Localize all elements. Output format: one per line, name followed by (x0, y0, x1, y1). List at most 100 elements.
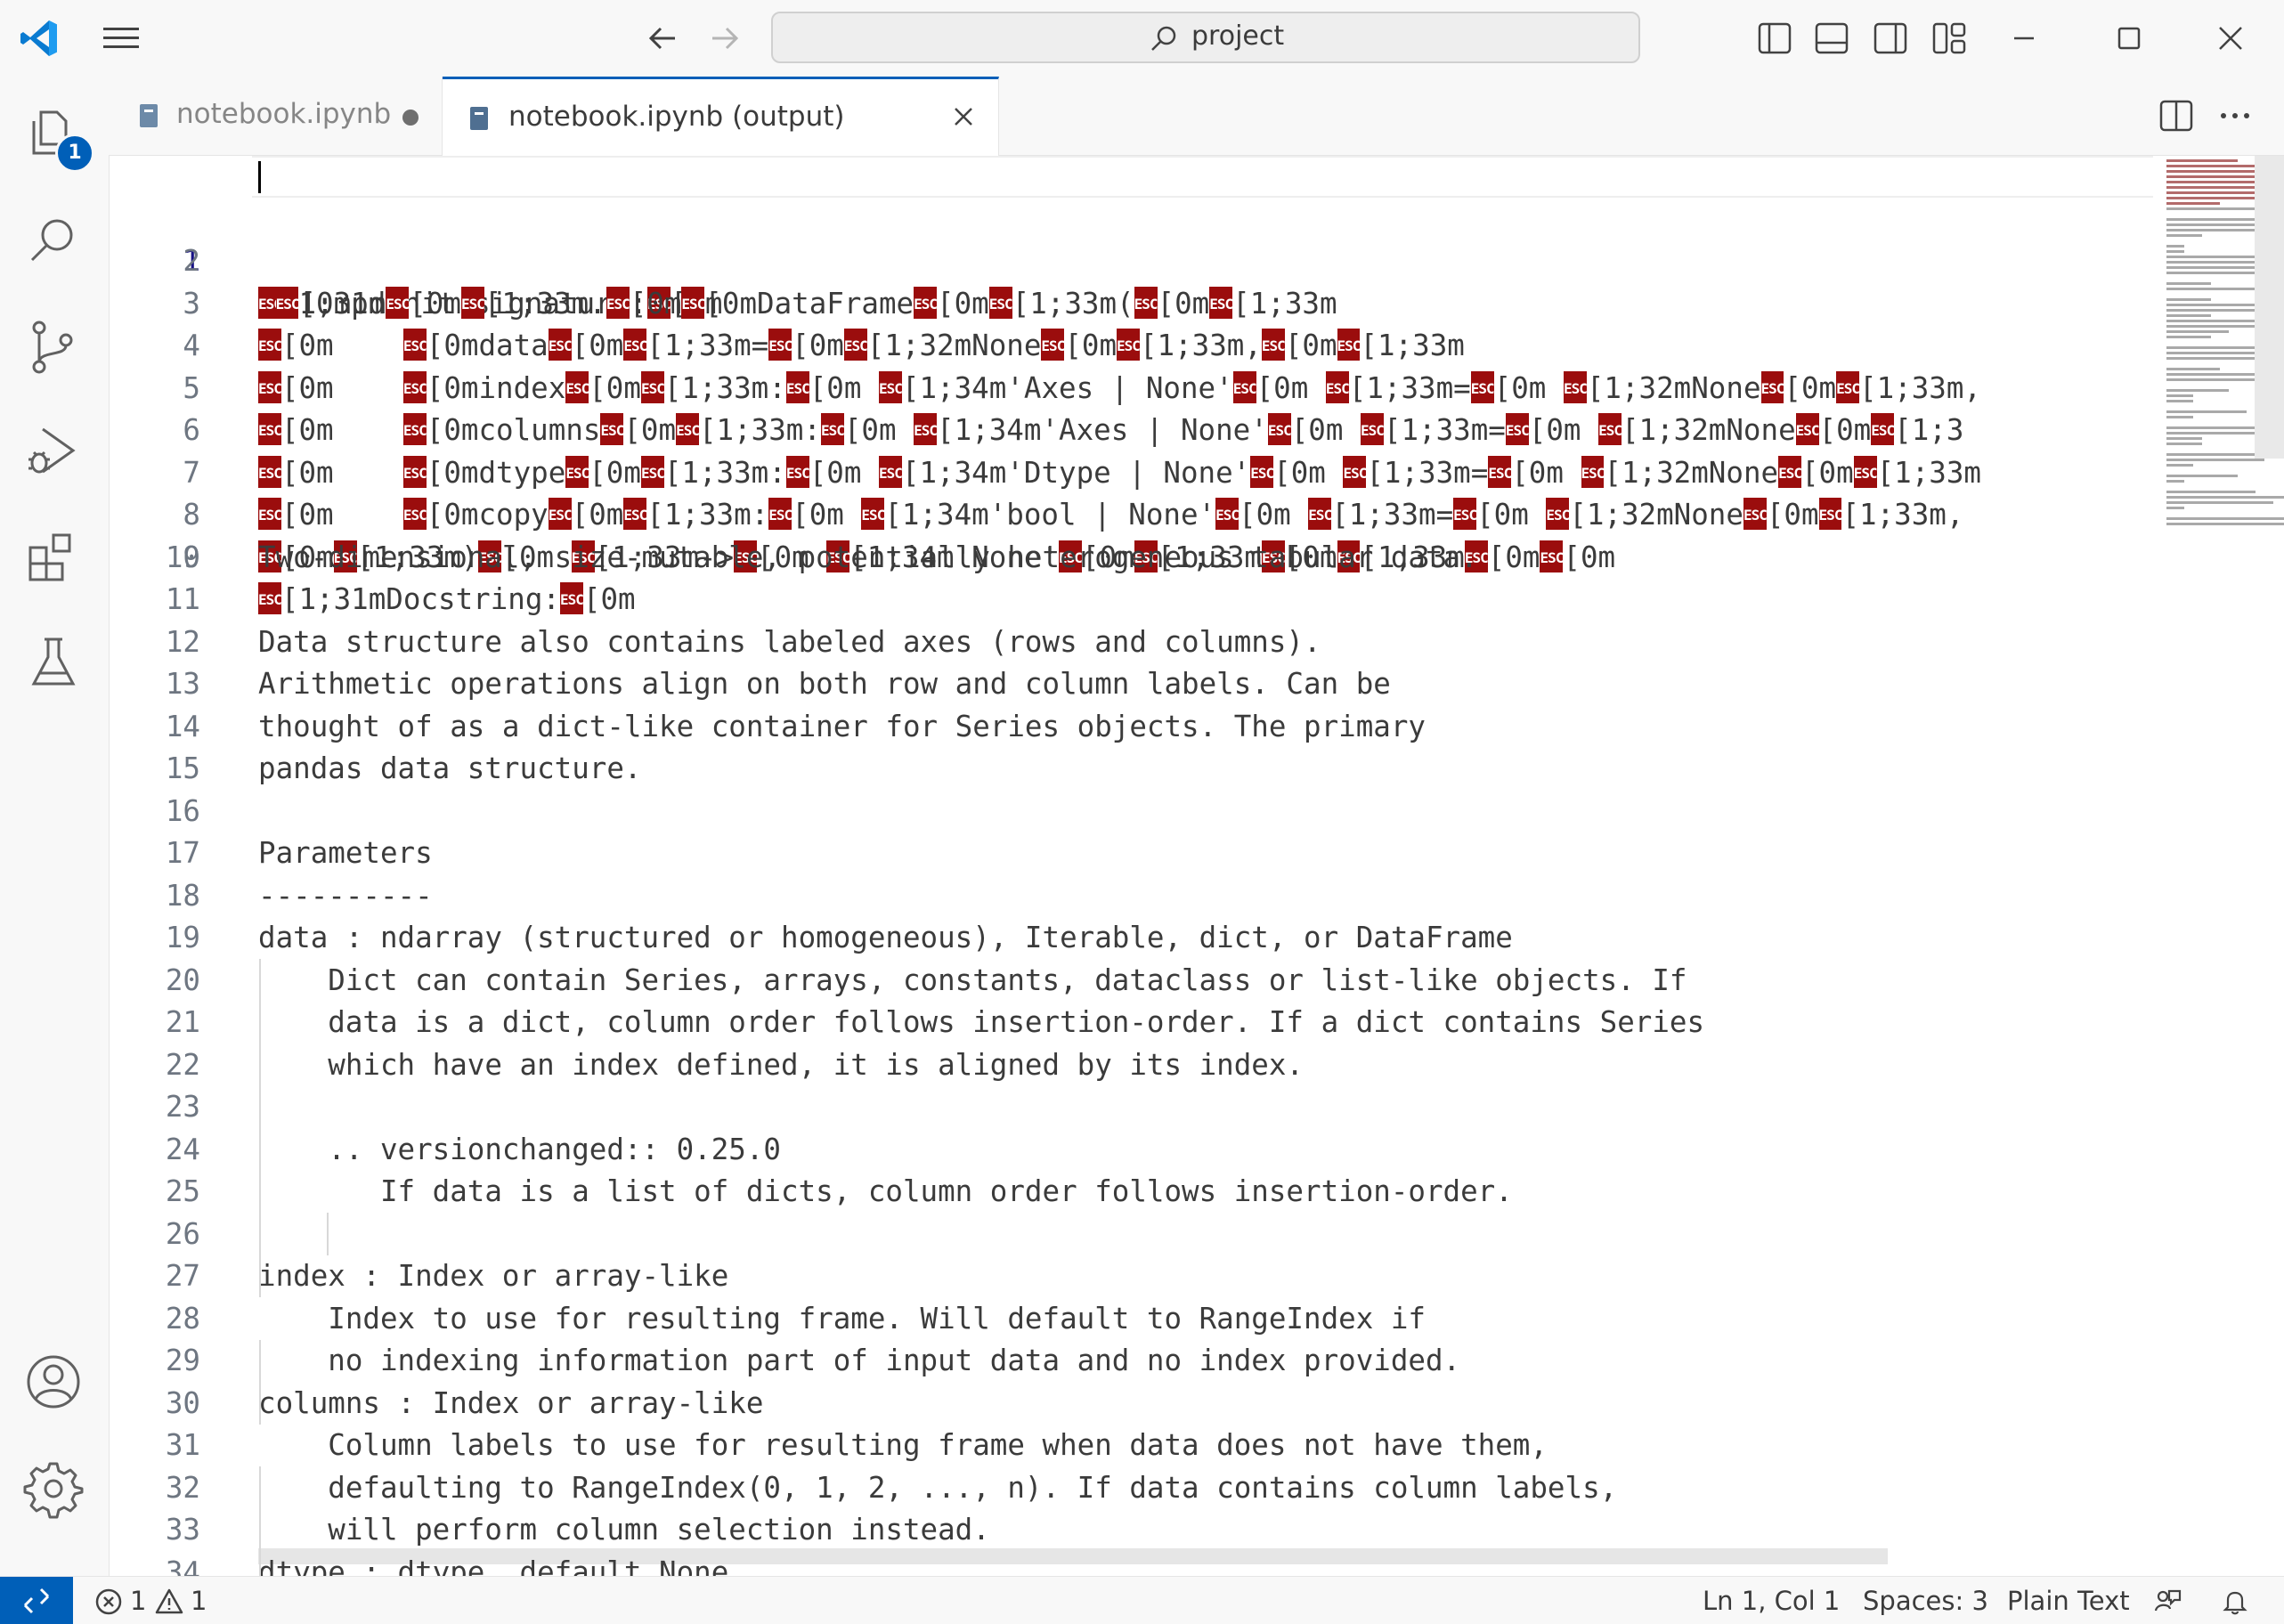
language-mode[interactable]: Plain Text (2007, 1586, 2130, 1616)
tab-label: notebook.ipynb (output) (508, 101, 845, 133)
code-line: 9 ESC[1;31mDocstring:ESC[0m (110, 494, 2051, 617)
close-window-icon[interactable] (2210, 18, 2251, 59)
explorer-button[interactable]: 1 (21, 103, 94, 173)
code-line: 23 (165, 1090, 200, 1124)
editor-content[interactable]: 1 ESC[1;31mInit signature:ESC[0m 2 ESC[0… (110, 156, 2284, 1576)
split-editor-icon[interactable] (2157, 96, 2196, 135)
code-line: 21 data is a dict, column order follows … (110, 1002, 2051, 1044)
code-line: 3 ESC[0m ESC[0mdataESC[0mESC[1;33m=ESC[0… (110, 240, 2051, 363)
extensions-button[interactable] (21, 526, 85, 590)
accounts-button[interactable] (21, 1350, 85, 1414)
cursor-position[interactable]: Ln 1, Col 1 (1703, 1586, 1840, 1616)
remote-indicator-button[interactable] (0, 1577, 73, 1624)
code-line: 33 will perform column selection instead… (110, 1509, 2051, 1552)
command-center-label: project (1191, 20, 1285, 52)
forward-arrow-icon[interactable] (702, 20, 746, 57)
code-line: 20 Dict can contain Series, arrays, cons… (110, 960, 2051, 1003)
code-line: 17 Parameters (110, 832, 2051, 875)
current-line-highlight (252, 156, 2153, 198)
code-line: 32 defaulting to RangeIndex(0, 1, 2, ...… (110, 1467, 2051, 1510)
line-text: Two-dimensional, size-mutable, potential… (258, 540, 1478, 574)
tab-notebook-output[interactable]: notebook.ipynb (output) (443, 77, 999, 156)
search-icon (1151, 26, 1176, 51)
line-text: defaulting to RangeIndex(0, 1, 2, ..., n… (258, 1470, 1618, 1505)
code-line: 10 Two-dimensional, size-mutable, potenti… (110, 537, 2051, 580)
error-icon[interactable] (94, 1587, 123, 1616)
code-line: 13 Arithmetic operations align on both ro… (110, 663, 2051, 706)
run-debug-icon (28, 427, 76, 474)
menu-icon[interactable] (100, 20, 142, 57)
title-bar: project (0, 0, 2284, 77)
code-line: 31 Column labels to use for resulting fr… (110, 1425, 2051, 1467)
code-line: 30 columns : Index or array-like (110, 1383, 2051, 1425)
code-line: 8 ESC[0mESC[1;33m)ESC[0m ESC[1;33m->ESC[… (110, 452, 2051, 574)
code-line: 24 .. versionchanged:: 0.25.0 (110, 1129, 2051, 1172)
line-text: pandas data structure. (258, 751, 642, 785)
command-center-search[interactable]: project (771, 12, 1640, 63)
code-line: 19 data : ndarray (structured or homogene… (110, 917, 2051, 960)
source-control-icon (32, 321, 73, 374)
code-line: 22 which have an index defined, it is al… (110, 1044, 2051, 1087)
remote-icon (23, 1587, 50, 1614)
indent-guide (259, 959, 261, 1297)
code-line: 6 ESC[0m ESC[0mdtypeESC[0mESC[1;33m:ESC[… (110, 368, 2051, 490)
line-text: Column labels to use for resulting frame… (258, 1428, 1548, 1462)
toggle-secondary-sidebar-icon[interactable] (1872, 20, 1909, 57)
code-line: 2 ESC[0mpdESC[0mESC[1;33m.ESC[0mESC[0mDa… (110, 199, 2051, 321)
tab-label: notebook.ipynb (176, 98, 392, 130)
code-line: 11 (165, 582, 200, 616)
code-line: 34 dtype : dtype, default None (110, 1552, 2051, 1577)
manage-button[interactable] (21, 1457, 85, 1521)
bell-icon[interactable] (2221, 1587, 2249, 1616)
line-text: no indexing information part of input da… (258, 1344, 1461, 1377)
code-line: 14 thought of as a dict-like container fo… (110, 706, 2051, 749)
toggle-primary-sidebar-icon[interactable] (1756, 20, 1793, 57)
code-line: 29 no indexing information part of input… (110, 1340, 2051, 1383)
line-text: Index to use for resulting frame. Will d… (258, 1301, 1426, 1336)
line-text: thought of as a dict-like container for … (258, 709, 1426, 743)
activity-bar: 1 (0, 77, 110, 1576)
minimize-icon[interactable] (2004, 18, 2044, 59)
testing-button[interactable] (21, 630, 85, 694)
tab-notebook[interactable]: notebook.ipynb (109, 77, 443, 155)
code-line: 28 Index to use for resulting frame. Wil… (110, 1298, 2051, 1341)
customize-layout-icon[interactable] (1930, 20, 1968, 57)
back-arrow-icon[interactable] (641, 20, 686, 57)
line-text: index : Index or array-like (258, 1259, 729, 1293)
code-line: 27 index : Index or array-like (110, 1255, 2051, 1298)
code-line: 15 pandas data structure. (110, 748, 2051, 791)
code-line: 4 ESC[0m ESC[0mindexESC[0mESC[1;33m:ESC[… (110, 283, 2051, 405)
vertical-scrollbar[interactable] (2255, 156, 2284, 459)
explorer-badge: 1 (55, 134, 94, 173)
code-line: 7 ESC[0m ESC[0mcopyESC[0mESC[1;33m:ESC[0… (110, 410, 2051, 532)
flask-icon (31, 637, 76, 686)
feedback-icon[interactable] (2153, 1587, 2182, 1616)
warning-icon[interactable] (155, 1587, 183, 1616)
indent-guide (259, 1340, 261, 1425)
toggle-panel-icon[interactable] (1813, 20, 1850, 57)
warning-count[interactable]: 1 (191, 1586, 207, 1616)
maximize-icon[interactable] (2109, 18, 2150, 59)
line-text: dtype : dtype, default None (258, 1555, 729, 1577)
close-icon[interactable] (946, 99, 981, 134)
extensions-icon (28, 533, 71, 581)
source-control-button[interactable] (21, 315, 85, 379)
error-count[interactable]: 1 (130, 1586, 146, 1616)
line-text: Parameters (258, 836, 433, 870)
more-actions-icon[interactable] (2215, 96, 2255, 135)
account-icon (27, 1355, 80, 1409)
unsaved-dot-icon[interactable] (402, 110, 419, 126)
run-debug-button[interactable] (21, 420, 85, 484)
line-text: If data is a list of dicts, column order… (258, 1174, 1513, 1208)
status-bar: 1 1 Ln 1, Col 1 Spaces: 3 Plain Text (0, 1576, 2284, 1624)
gear-icon (23, 1462, 84, 1519)
line-text: which have an index defined, it is align… (258, 1047, 1304, 1082)
code-line: 25 If data is a list of dicts, column or… (110, 1171, 2051, 1214)
notebook-file-icon (140, 104, 158, 127)
search-button[interactable] (21, 208, 85, 272)
indent-guide (259, 1466, 261, 1576)
indentation[interactable]: Spaces: 3 (1863, 1586, 1988, 1616)
line-text: Dict can contain Series, arrays, constan… (258, 962, 1687, 997)
code-line: 16 (165, 793, 200, 828)
code-line: 12 Data structure also contains labeled a… (110, 621, 2051, 664)
